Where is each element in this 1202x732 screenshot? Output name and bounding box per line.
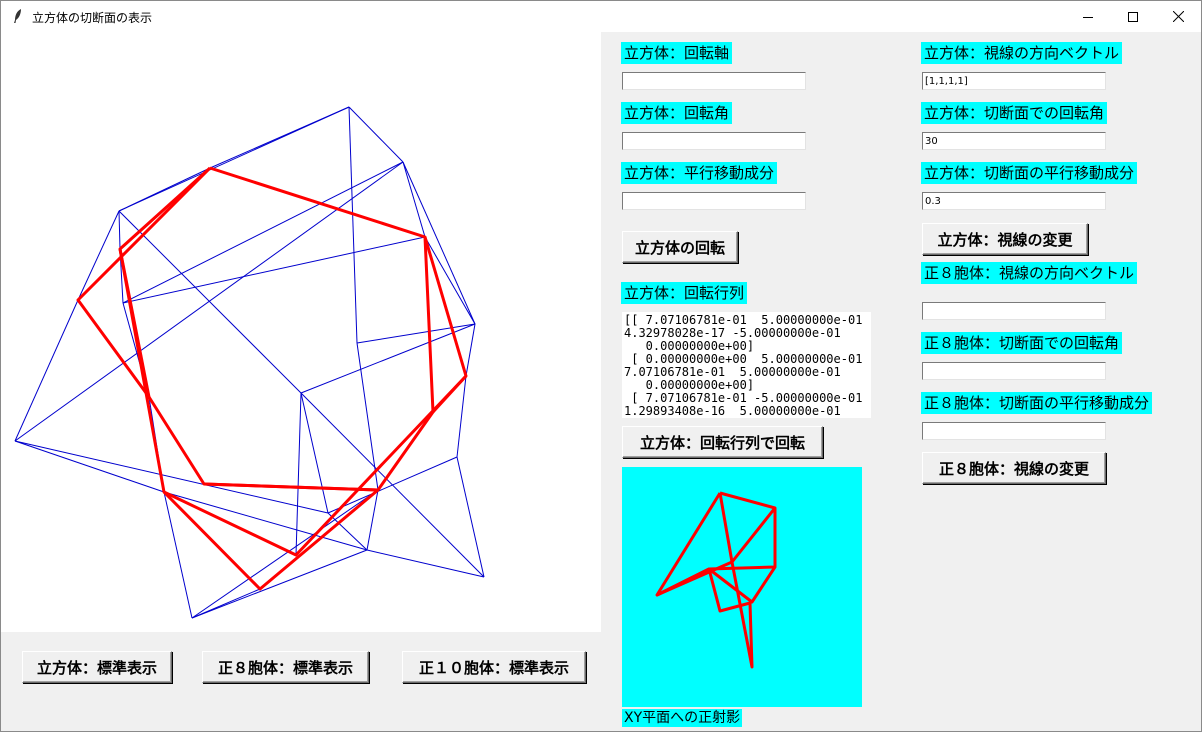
minimize-icon (1083, 16, 1093, 18)
maximize-icon (1128, 11, 1138, 22)
app-window: 立方体の切断面の表示 立方体：回転軸 立方体：回転角 立方体：平行移動成分 立方… (0, 0, 1202, 732)
cube-standard-view-button[interactable]: 立方体：標準表示 (22, 651, 172, 683)
cube-section-angle-label: 立方体：切断面での回転角 (921, 102, 1108, 124)
cube-rotation-angle-label: 立方体：回転角 (621, 102, 733, 124)
main-canvas[interactable] (1, 32, 601, 632)
cube-section-translation-label: 立方体：切断面の平行移動成分 (921, 162, 1138, 184)
octachoron-view-direction-input[interactable] (922, 302, 1106, 320)
minimize-button[interactable] (1065, 1, 1111, 32)
title-bar[interactable]: 立方体の切断面の表示 (1, 1, 1201, 32)
cube-section-translation-input[interactable]: 0.3 (922, 192, 1106, 210)
cube-translation-label: 立方体：平行移動成分 (621, 162, 778, 184)
section-polygon (76, 166, 468, 591)
octachoron-view-direction-label: 正８胞体：視線の方向ベクトル (921, 262, 1138, 284)
cube-section-angle-input[interactable]: 30 (922, 132, 1106, 150)
close-button[interactable] (1155, 1, 1201, 32)
rotation-matrix-text[interactable]: [[ 7.07106781e-01 5.00000000e-01 4.32978… (622, 312, 871, 418)
decachoron-standard-view-button[interactable]: 正１０胞体：標準表示 (402, 651, 586, 683)
cube-rotate-button[interactable]: 立方体の回転 (622, 231, 738, 263)
cube-rotation-axis-label: 立方体：回転軸 (621, 42, 733, 64)
projection-caption: XY平面への正射影 (622, 709, 743, 727)
window-title: 立方体の切断面の表示 (32, 11, 153, 25)
cube-rotation-matrix-label: 立方体：回転行列 (621, 282, 748, 304)
cube-view-direction-input[interactable]: [1,1,1,1] (922, 72, 1106, 90)
rotate-by-matrix-button[interactable]: 立方体：回転行列で回転 (622, 426, 823, 458)
cube-rotation-axis-input[interactable] (622, 72, 806, 90)
maximize-button[interactable] (1110, 1, 1156, 32)
octachoron-section-translation-label: 正８胞体：切断面の平行移動成分 (921, 392, 1153, 414)
xy-projection-canvas[interactable] (622, 467, 862, 707)
octachoron-section-translation-input[interactable] (922, 422, 1106, 440)
cube-section-drawing (14, 106, 485, 619)
octachoron-standard-view-button[interactable]: 正８胞体：標準表示 (202, 651, 369, 683)
octachoron-section-angle-label: 正８胞体：切断面での回転角 (921, 332, 1123, 354)
cube-view-direction-label: 立方体：視線の方向ベクトル (921, 42, 1123, 64)
cube-translation-input[interactable] (622, 192, 806, 210)
octachoron-change-view-button[interactable]: 正８胞体：視線の変更 (922, 452, 1106, 484)
xy-projection-drawing (655, 491, 777, 669)
feather-icon (14, 9, 21, 23)
wireframe-edges (14, 106, 485, 619)
close-icon (1172, 11, 1184, 22)
cube-rotation-angle-input[interactable] (622, 132, 806, 150)
octachoron-section-angle-input[interactable] (922, 362, 1106, 380)
cube-change-view-button[interactable]: 立方体：視線の変更 (922, 223, 1088, 255)
